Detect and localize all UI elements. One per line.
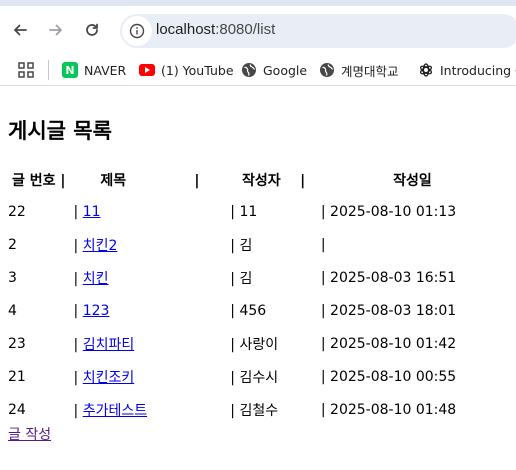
- post-title-link[interactable]: 치킨: [83, 271, 109, 287]
- post-title-cell: | 추가테스트: [72, 393, 229, 426]
- back-button[interactable]: [8, 18, 32, 42]
- post-date: | 2025-08-10 01:42: [320, 335, 457, 352]
- post-id: 23: [8, 335, 26, 352]
- openai-icon: [418, 62, 434, 78]
- cell-separator: |: [73, 203, 83, 220]
- post-date: | 2025-08-10 01:48: [320, 401, 457, 418]
- post-author: | 김철수: [230, 402, 279, 419]
- bookmark-introducing-chatgpt[interactable]: Introducing Ch: [418, 59, 516, 81]
- post-title-cell: | 11: [72, 195, 229, 228]
- post-title-cell: | 치킨조키: [72, 360, 229, 393]
- bookmark-label: NAVER: [84, 62, 127, 78]
- url-host: localhost: [156, 21, 216, 38]
- bookmark-label: Google: [263, 62, 308, 78]
- cell-separator: |: [73, 270, 83, 287]
- post-date: | 2025-08-10 00:55: [320, 368, 457, 385]
- post-id: 3: [8, 269, 17, 286]
- post-author: | 사랑이: [230, 336, 279, 353]
- bookmarks-divider: [48, 60, 49, 80]
- youtube-icon: [139, 64, 155, 76]
- url-path: :8080/list: [215, 21, 276, 38]
- post-title-link[interactable]: 123: [83, 303, 110, 319]
- write-post-link[interactable]: 글 작성: [8, 424, 51, 444]
- header-author: 작성자 |: [241, 173, 306, 189]
- post-date: | 2025-08-03 18:01: [320, 302, 457, 319]
- header-separator: |: [60, 173, 66, 189]
- cell-separator: |: [73, 402, 83, 419]
- post-title-cell: | 김치파티: [72, 327, 229, 360]
- back-arrow-icon: [14, 24, 27, 36]
- table-row: 23 | 김치파티 | 사랑이 | 2025-08-10 01:42: [6, 327, 506, 360]
- bookmark-keimyung[interactable]: 계명대학교: [319, 59, 399, 81]
- bookmark-naver[interactable]: N NAVER: [62, 59, 126, 81]
- post-author: | 김: [230, 237, 253, 254]
- post-title-link[interactable]: 11: [83, 204, 101, 220]
- post-author: | 김수시: [230, 369, 279, 386]
- table-row: 24 | 추가테스트 | 김철수 | 2025-08-10 01:48: [6, 393, 506, 426]
- table-row: 21 | 치킨조키 | 김수시 | 2025-08-10 00:55: [6, 360, 506, 393]
- apps-button[interactable]: [16, 60, 36, 80]
- apps-grid-icon: [18, 62, 34, 78]
- browser-toolbar: localhost:8080/list: [0, 6, 516, 54]
- post-author: | 456: [230, 302, 267, 319]
- header-date: 작성일: [393, 173, 432, 189]
- globe-icon: [241, 62, 257, 78]
- bookmark-label: Introducing Ch: [440, 62, 516, 78]
- bookmarks-bar: N NAVER (1) YouTube Google 계명대학교 Introdu…: [0, 54, 516, 86]
- reload-icon: [86, 23, 98, 36]
- post-list-body: 22 | 11 | 11 | 2025-08-10 01:13 2 | 치킨2 | 김 | 3 |…: [6, 195, 506, 426]
- post-date: | 2025-08-03 16:51: [320, 269, 457, 286]
- header-separator: |: [300, 173, 306, 189]
- post-list-table: 글 번호 | 제목 | 작성자 | 작성일 22 | 11 | 11 | 2025-0…: [6, 165, 506, 426]
- post-id: 22: [8, 203, 26, 220]
- header-id: 글 번호 |: [12, 173, 66, 189]
- table-row: 4 | 123 | 456 | 2025-08-03 18:01: [6, 294, 506, 327]
- post-title-cell: | 치킨2: [72, 228, 229, 261]
- cell-separator: |: [73, 369, 83, 386]
- post-id: 4: [8, 302, 17, 319]
- post-title-cell: | 치킨: [72, 261, 229, 294]
- forward-arrow-icon: [49, 24, 62, 36]
- post-title-link[interactable]: 치킨조키: [83, 370, 135, 386]
- post-title-link[interactable]: 치킨2: [83, 238, 118, 254]
- globe-icon: [319, 62, 335, 78]
- post-id: 24: [8, 401, 26, 418]
- table-row: 3 | 치킨 | 김 | 2025-08-03 16:51: [6, 261, 506, 294]
- naver-icon: N: [62, 62, 78, 78]
- post-title-link[interactable]: 추가테스트: [83, 403, 147, 419]
- site-info-button[interactable]: [122, 16, 152, 46]
- post-title-cell: | 123: [72, 294, 229, 327]
- bookmark-label: 계명대학교: [341, 63, 399, 79]
- bookmark-label: (1) YouTube: [161, 62, 234, 78]
- header-title: 제목 |: [100, 173, 200, 189]
- table-row: 2 | 치킨2 | 김 |: [6, 228, 506, 261]
- forward-button[interactable]: [44, 18, 68, 42]
- post-author: | 김: [230, 270, 253, 287]
- cell-separator: |: [73, 336, 83, 353]
- page-title: 게시글 목록: [8, 119, 112, 143]
- post-id: 21: [8, 368, 26, 385]
- url-text[interactable]: localhost:8080/list: [156, 21, 275, 38]
- post-date: |: [320, 236, 326, 253]
- bookmark-youtube[interactable]: (1) YouTube: [139, 59, 234, 81]
- table-header-row: 글 번호 | 제목 | 작성자 | 작성일: [6, 165, 506, 195]
- cell-separator: |: [73, 302, 83, 319]
- header-separator: |: [194, 173, 200, 189]
- bookmark-google[interactable]: Google: [241, 59, 307, 81]
- reload-button[interactable]: [80, 18, 104, 42]
- post-title-link[interactable]: 김치파티: [83, 337, 135, 353]
- info-icon: [129, 23, 145, 39]
- post-id: 2: [8, 236, 17, 253]
- cell-separator: |: [73, 237, 83, 254]
- post-date: | 2025-08-10 01:13: [320, 203, 457, 220]
- table-row: 22 | 11 | 11 | 2025-08-10 01:13: [6, 195, 506, 228]
- post-author: | 11: [230, 203, 258, 220]
